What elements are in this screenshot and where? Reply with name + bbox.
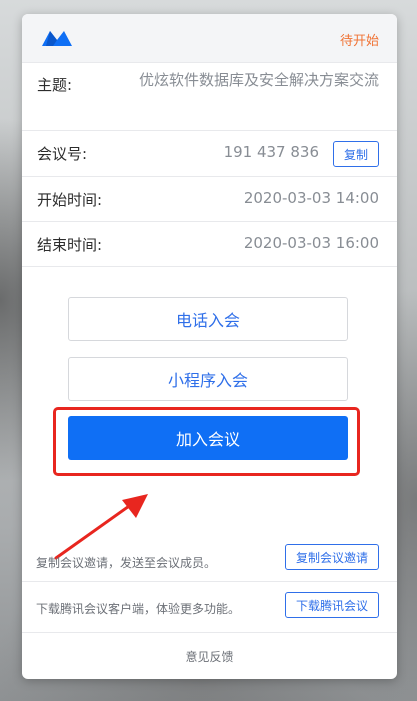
download-client-button[interactable]: 下载腾讯会议 — [284, 592, 379, 618]
meeting-status: 待开始 — [339, 34, 379, 49]
meeting-id-label: 会议号: — [37, 145, 88, 163]
end-time-row: 结束时间: 2020-03-03 16:00 — [22, 222, 397, 267]
topic-row: 主题: 优炫软件数据库及安全解决方案交流 — [22, 62, 397, 131]
meeting-id-value: 191 437 836 — [223, 143, 319, 161]
footer-divider-2 — [22, 632, 397, 633]
phone-join-button[interactable]: 电话入会 — [68, 297, 348, 341]
invite-text: 复制会议邀请，发送至会议成员。 — [36, 556, 217, 570]
footer-divider — [22, 581, 397, 582]
feedback-link[interactable]: 意见反馈 — [22, 648, 397, 665]
tencent-meeting-logo-icon — [42, 31, 72, 46]
start-time-label: 开始时间: — [37, 191, 103, 209]
end-time-label: 结束时间: — [37, 236, 103, 254]
miniprogram-join-button[interactable]: 小程序入会 — [68, 357, 348, 401]
end-time-value: 2020-03-03 16:00 — [243, 234, 379, 252]
download-row: 下载腾讯会议客户端，体验更多功能。 下载腾讯会议 — [22, 592, 397, 628]
invite-row: 复制会议邀请，发送至会议成员。 复制会议邀请 — [22, 544, 397, 580]
download-text: 下载腾讯会议客户端，体验更多功能。 — [36, 602, 241, 616]
copy-meeting-id-button[interactable]: 复制 — [333, 141, 379, 167]
start-time-value: 2020-03-03 14:00 — [243, 189, 379, 207]
topic-label: 主题: — [37, 76, 73, 94]
copy-invite-button[interactable]: 复制会议邀请 — [284, 544, 379, 570]
card-header: 待开始 — [22, 14, 397, 63]
start-time-row: 开始时间: 2020-03-03 14:00 — [22, 177, 397, 222]
topic-value: 优炫软件数据库及安全解决方案交流 — [138, 71, 379, 89]
meeting-card: 待开始 主题: 优炫软件数据库及安全解决方案交流 会议号: 191 437 83… — [22, 14, 397, 679]
join-meeting-button[interactable]: 加入会议 — [68, 416, 348, 460]
meeting-id-row: 会议号: 191 437 836 复制 — [22, 131, 397, 177]
